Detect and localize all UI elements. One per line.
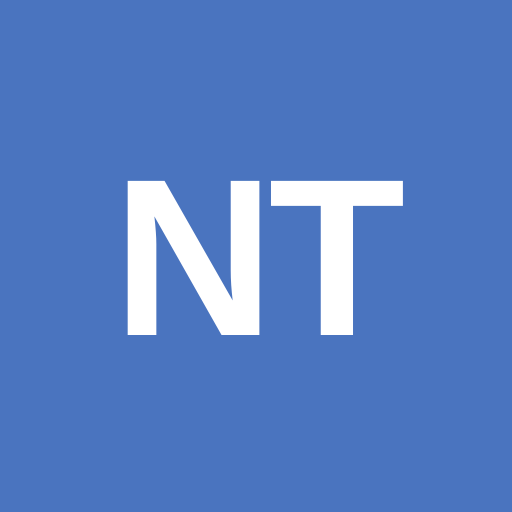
avatar: NT xyxy=(0,0,512,512)
avatar-initials: NT xyxy=(112,133,406,383)
